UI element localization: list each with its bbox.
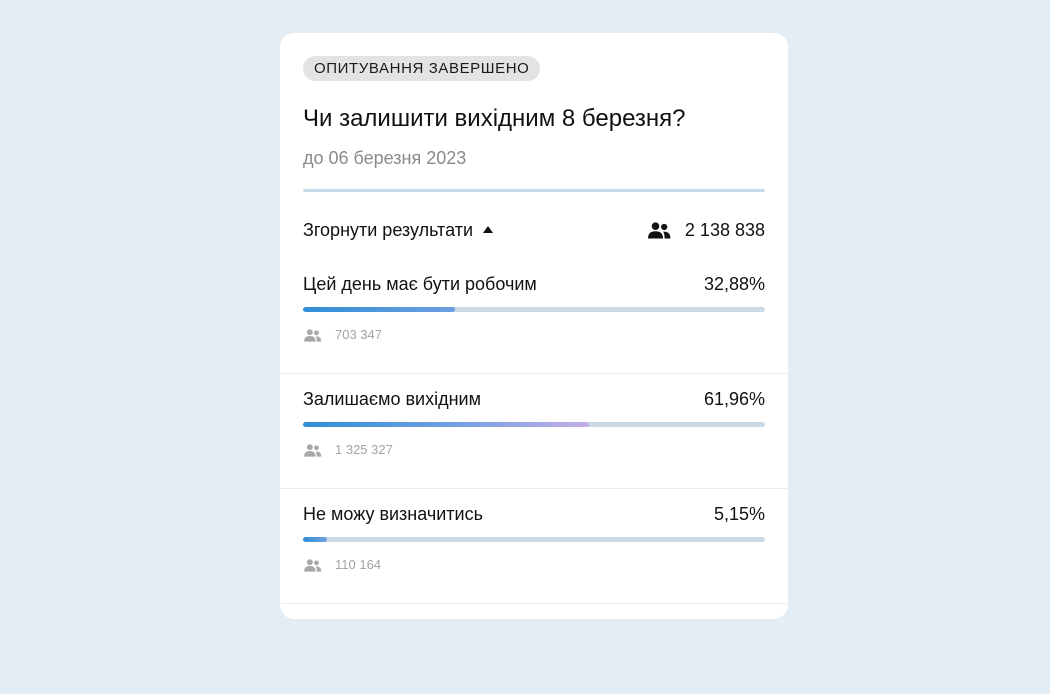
option-votes-count: 110 164 (335, 557, 382, 572)
caret-up-icon (483, 225, 494, 233)
option-percent: 61,96% (703, 389, 765, 409)
option-label: Не можу визначитись (303, 504, 483, 524)
poll-deadline: до 06 березня 2023 (303, 148, 467, 168)
option-votes-count: 1 325 327 (335, 442, 393, 457)
people-icon (303, 443, 322, 457)
collapse-results-button[interactable]: Згорнути результати (303, 218, 494, 242)
poll-option: Залишаємо вихідним 61,96% 1 325 327 (280, 374, 788, 489)
option-votes: 703 347 (303, 326, 382, 344)
option-label: Залишаємо вихідним (303, 389, 481, 409)
status-badge: ОПИТУВАННЯ ЗАВЕРШЕНО (303, 56, 541, 81)
people-icon (303, 328, 322, 342)
option-votes: 110 164 (303, 556, 381, 574)
total-voters-count: 2 138 838 (684, 220, 765, 240)
option-progress-fill (303, 537, 327, 542)
poll-card: ОПИТУВАННЯ ЗАВЕРШЕНО Чи залишити вихідни… (280, 33, 788, 619)
poll-option: Цей день має бути робочим 32,88% 703 347 (280, 259, 788, 374)
option-percent: 5,15% (713, 504, 765, 524)
poll-question: Чи залишити вихідним 8 березня? (303, 105, 686, 132)
option-votes-count: 703 347 (335, 327, 382, 342)
option-progress-fill (303, 307, 455, 312)
collapse-results-label: Згорнути результати (303, 220, 474, 240)
option-progress-bar (303, 537, 765, 542)
total-voters: 2 138 838 (647, 218, 765, 242)
option-progress-fill (303, 422, 590, 427)
option-progress-bar (303, 422, 765, 427)
poll-option: Не можу визначитись 5,15% 110 164 (280, 489, 788, 604)
people-icon (647, 221, 671, 239)
people-icon (303, 558, 322, 572)
option-progress-bar (303, 307, 765, 312)
option-votes: 1 325 327 (303, 441, 393, 459)
option-percent: 32,88% (703, 274, 765, 294)
option-label: Цей день має бути робочим (303, 274, 537, 294)
divider (303, 189, 765, 192)
